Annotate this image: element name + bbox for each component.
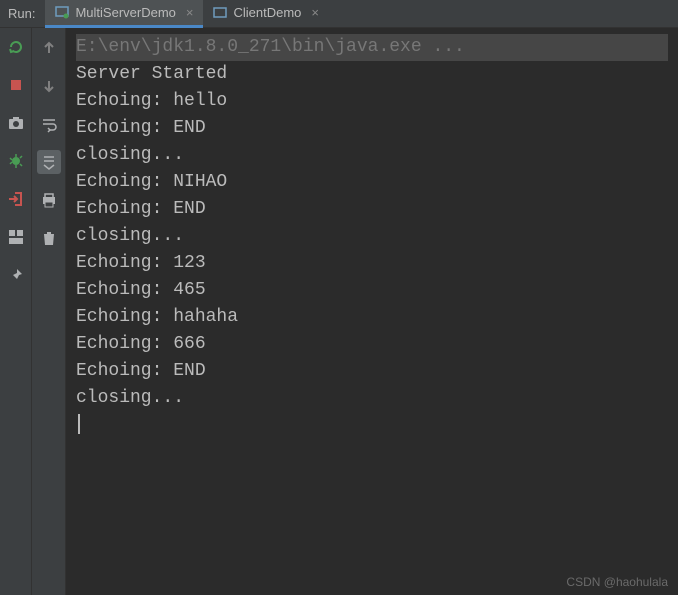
console-line: closing... xyxy=(76,385,668,412)
console-line: Echoing: 465 xyxy=(76,277,668,304)
console-line: Echoing: END xyxy=(76,115,668,142)
stop-button[interactable] xyxy=(5,74,27,96)
console-line: Echoing: hahaha xyxy=(76,304,668,331)
run-config-icon xyxy=(55,5,69,19)
run-label: Run: xyxy=(0,0,45,28)
exit-button[interactable] xyxy=(5,188,27,210)
tab-clientdemo[interactable]: ClientDemo × xyxy=(203,0,329,28)
tab-label: MultiServerDemo xyxy=(75,5,175,20)
console-line: Echoing: END xyxy=(76,358,668,385)
left-toolbar xyxy=(0,28,32,595)
command-line: E:\env\jdk1.8.0_271\bin\java.exe ... xyxy=(76,34,668,61)
close-icon[interactable]: × xyxy=(311,5,319,20)
layout-button[interactable] xyxy=(5,226,27,248)
console-line: Echoing: NIHAO xyxy=(76,169,668,196)
print-button[interactable] xyxy=(37,188,61,212)
rerun-button[interactable] xyxy=(5,36,27,58)
close-icon[interactable]: × xyxy=(186,5,194,20)
console-line: Echoing: 666 xyxy=(76,331,668,358)
console-line: Echoing: hello xyxy=(76,88,668,115)
run-panel-main: E:\env\jdk1.8.0_271\bin\java.exe ... Ser… xyxy=(0,28,678,595)
trash-button[interactable] xyxy=(37,226,61,250)
console-toolbar xyxy=(32,28,66,595)
debug-button[interactable] xyxy=(5,150,27,172)
run-config-icon xyxy=(213,6,227,20)
arrow-down-button[interactable] xyxy=(37,74,61,98)
console-line: Server Started xyxy=(76,61,668,88)
run-tabs: MultiServerDemo × ClientDemo × xyxy=(45,0,329,28)
console-line: Echoing: 123 xyxy=(76,250,668,277)
console-caret-line xyxy=(76,412,668,439)
soft-wrap-button[interactable] xyxy=(37,112,61,136)
scroll-to-end-button[interactable] xyxy=(37,150,61,174)
console-output[interactable]: E:\env\jdk1.8.0_271\bin\java.exe ... Ser… xyxy=(66,28,678,595)
console-line: closing... xyxy=(76,142,668,169)
camera-button[interactable] xyxy=(5,112,27,134)
run-panel-header: Run: MultiServerDemo × ClientDemo × xyxy=(0,0,678,28)
console-line: Echoing: END xyxy=(76,196,668,223)
console-line: closing... xyxy=(76,223,668,250)
tab-multiserverdemo[interactable]: MultiServerDemo × xyxy=(45,0,203,28)
caret-icon xyxy=(78,414,80,434)
tab-label: ClientDemo xyxy=(233,5,301,20)
arrow-up-button[interactable] xyxy=(37,36,61,60)
watermark: CSDN @haohulala xyxy=(566,575,668,589)
pin-button[interactable] xyxy=(5,264,27,286)
